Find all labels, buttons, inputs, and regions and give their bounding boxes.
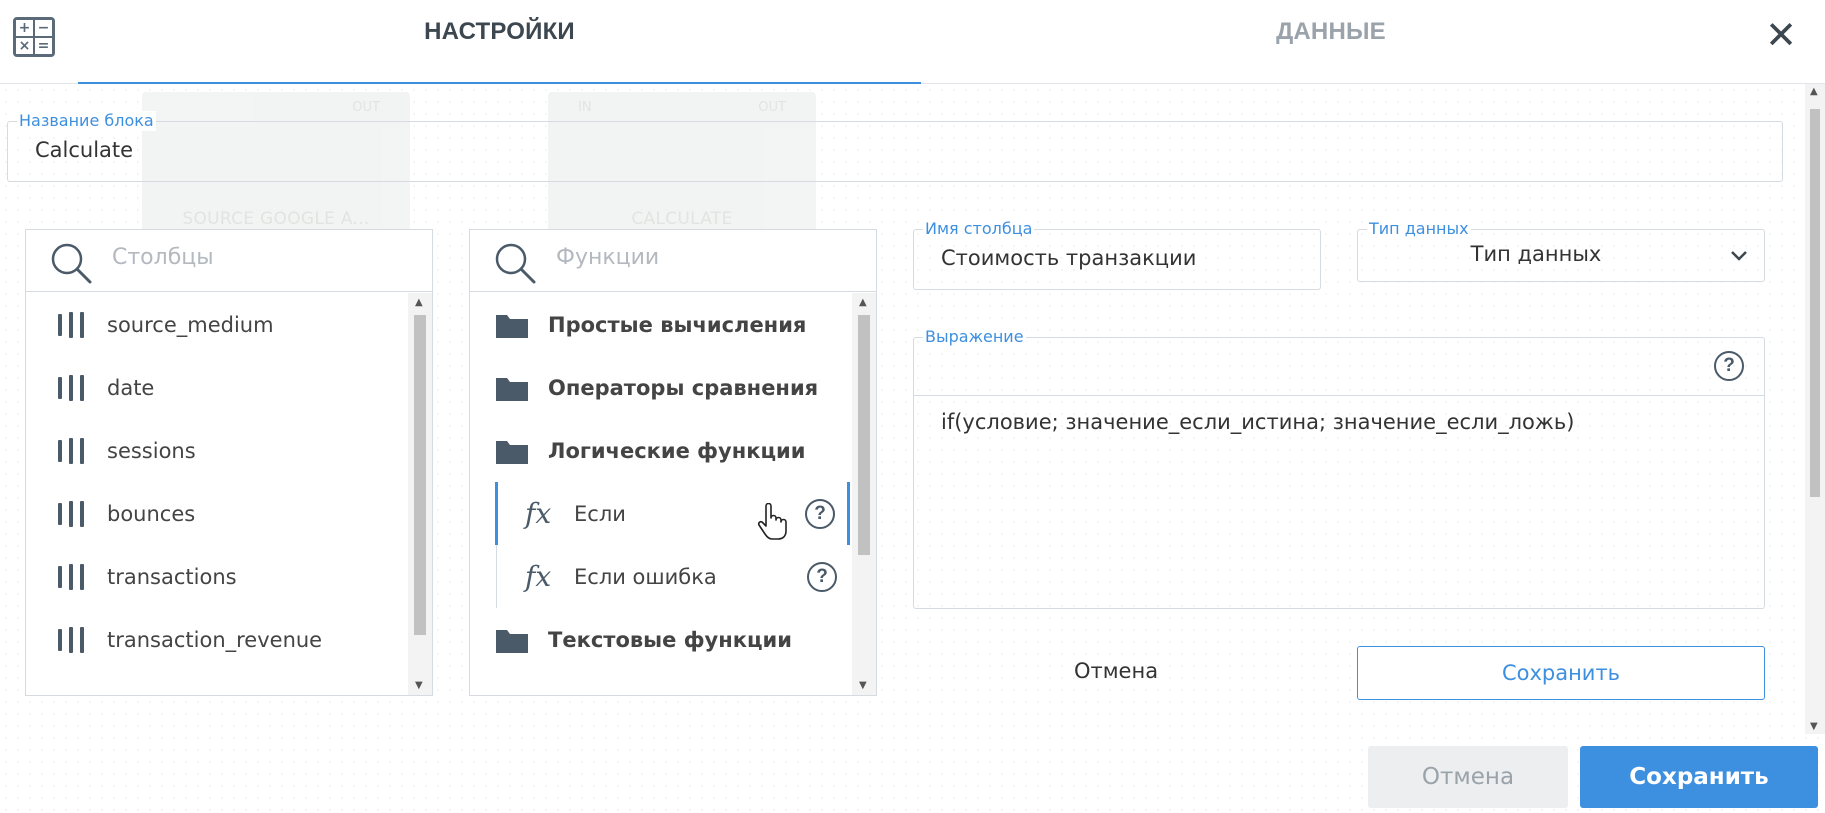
dialog-header: + − × = НАСТРОЙКИ ДАННЫЕ ✕ bbox=[0, 0, 1825, 84]
calculate-settings-dialog: + − × = НАСТРОЙКИ ДАННЫЕ ✕ ▲ ▼ Название бло… bbox=[0, 0, 1825, 813]
column-label: bounces bbox=[107, 501, 196, 526]
functions-scrollbar[interactable]: ▲ ▼ bbox=[852, 293, 876, 695]
column-icon bbox=[58, 500, 84, 527]
help-icon[interactable]: ? bbox=[807, 562, 837, 592]
expression-field[interactable]: Выражение ? if(условие; значение_если_ис… bbox=[913, 327, 1765, 609]
save-button[interactable]: Сохранить bbox=[1357, 646, 1765, 700]
tab-settings[interactable]: НАСТРОЙКИ bbox=[78, 18, 921, 84]
help-icon[interactable]: ? bbox=[805, 499, 835, 529]
function-item-if-error[interactable]: fx Если ошибка ? bbox=[470, 545, 852, 608]
functions-list: Простые вычисления Операторы сравнения Л… bbox=[470, 293, 852, 695]
block-name-legend: Название блока bbox=[17, 111, 156, 131]
folder-label: Логические функции bbox=[548, 438, 806, 463]
function-folder-item[interactable]: Простые вычисления bbox=[470, 293, 852, 356]
functions-search-placeholder: Функции bbox=[556, 245, 660, 270]
column-label: date bbox=[107, 375, 155, 400]
columns-search-placeholder: Столбцы bbox=[112, 245, 214, 270]
scrollbar-thumb[interactable] bbox=[1810, 109, 1820, 497]
calculator-icon: + − × = bbox=[13, 17, 55, 57]
function-folder-item[interactable]: Операторы сравнения bbox=[470, 356, 852, 419]
active-tab-indicator bbox=[78, 82, 921, 84]
folder-label: Операторы сравнения bbox=[548, 375, 819, 400]
search-icon bbox=[495, 243, 536, 284]
column-label: sessions bbox=[107, 438, 196, 463]
block-name-value: Calculate bbox=[35, 138, 134, 162]
folder-icon bbox=[496, 377, 528, 401]
column-item[interactable]: sessions bbox=[26, 419, 408, 482]
scroll-down-arrow-icon[interactable]: ▼ bbox=[859, 680, 867, 691]
column-item[interactable]: source_medium bbox=[26, 293, 408, 356]
columns-panel: Столбцы source_medium date sessions boun… bbox=[25, 229, 433, 696]
column-item[interactable]: bounces bbox=[26, 482, 408, 545]
tab-data[interactable]: ДАННЫЕ bbox=[921, 18, 1741, 84]
active-item-indicator bbox=[847, 482, 850, 545]
column-name-field[interactable]: Имя столбца Стоимость транзакции bbox=[913, 219, 1321, 290]
column-label: source_medium bbox=[107, 312, 274, 337]
cancel-button[interactable]: Отмена bbox=[1026, 659, 1206, 689]
folder-icon bbox=[496, 629, 528, 653]
chevron-down-icon[interactable] bbox=[1728, 244, 1750, 266]
footer-cancel-button[interactable]: Отмена bbox=[1368, 746, 1568, 808]
column-icon bbox=[58, 437, 84, 464]
function-label: Если ошибка bbox=[574, 564, 717, 589]
scroll-up-arrow-icon[interactable]: ▲ bbox=[1810, 86, 1818, 97]
function-folder-item[interactable]: Текстовые функции bbox=[470, 608, 852, 671]
column-icon bbox=[58, 563, 84, 590]
column-icon bbox=[58, 311, 84, 338]
block-name-field[interactable]: Название блока Calculate bbox=[7, 111, 1783, 182]
folder-label: Простые вычисления bbox=[548, 312, 807, 337]
active-item-indicator bbox=[495, 482, 498, 545]
column-name-value: Стоимость транзакции bbox=[941, 246, 1197, 270]
help-icon[interactable]: ? bbox=[1714, 351, 1744, 381]
fx-icon: fx bbox=[525, 497, 552, 530]
scroll-up-arrow-icon[interactable]: ▲ bbox=[859, 297, 867, 308]
fx-icon: fx bbox=[525, 560, 552, 593]
column-item[interactable]: transaction_revenue bbox=[26, 608, 408, 671]
search-icon bbox=[51, 243, 92, 284]
data-type-select[interactable]: Тип данных Тип данных bbox=[1357, 219, 1765, 282]
column-icon bbox=[58, 626, 84, 653]
columns-search[interactable]: Столбцы bbox=[26, 230, 432, 292]
column-label: transactions bbox=[107, 564, 237, 589]
function-item-if[interactable]: fx Если ? bbox=[470, 482, 852, 545]
scroll-down-arrow-icon[interactable]: ▼ bbox=[1810, 721, 1818, 732]
hand-cursor-icon bbox=[757, 503, 787, 540]
data-type-value: Тип данных bbox=[1470, 242, 1602, 266]
scroll-down-arrow-icon[interactable]: ▼ bbox=[415, 680, 423, 691]
folder-icon bbox=[496, 440, 528, 464]
columns-list: source_medium date sessions bounces tran… bbox=[26, 293, 408, 695]
scrollbar-thumb[interactable] bbox=[414, 315, 426, 635]
columns-scrollbar[interactable]: ▲ ▼ bbox=[408, 293, 432, 695]
dialog-scrollbar[interactable]: ▲ ▼ bbox=[1805, 84, 1825, 734]
expression-toolbar: ? bbox=[914, 338, 1764, 396]
folder-icon bbox=[496, 314, 528, 338]
scrollbar-thumb[interactable] bbox=[858, 315, 870, 555]
column-label: transaction_revenue bbox=[107, 627, 323, 652]
column-item[interactable]: transactions bbox=[26, 545, 408, 608]
scroll-up-arrow-icon[interactable]: ▲ bbox=[415, 297, 423, 308]
functions-search[interactable]: Функции bbox=[470, 230, 876, 292]
close-icon[interactable]: ✕ bbox=[1763, 16, 1799, 54]
column-name-legend: Имя столбца bbox=[923, 219, 1035, 239]
folder-label: Текстовые функции bbox=[548, 627, 792, 652]
expression-text[interactable]: if(условие; значение_если_истина; значен… bbox=[941, 410, 1574, 434]
column-item[interactable]: date bbox=[26, 356, 408, 419]
functions-panel: Функции Простые вычисления Операторы сра… bbox=[469, 229, 877, 696]
function-folder-item[interactable]: Логические функции bbox=[470, 419, 852, 482]
function-label: Если bbox=[574, 501, 626, 526]
data-type-legend: Тип данных bbox=[1367, 219, 1471, 239]
column-icon bbox=[58, 374, 84, 401]
footer-save-button[interactable]: Сохранить bbox=[1580, 746, 1818, 808]
